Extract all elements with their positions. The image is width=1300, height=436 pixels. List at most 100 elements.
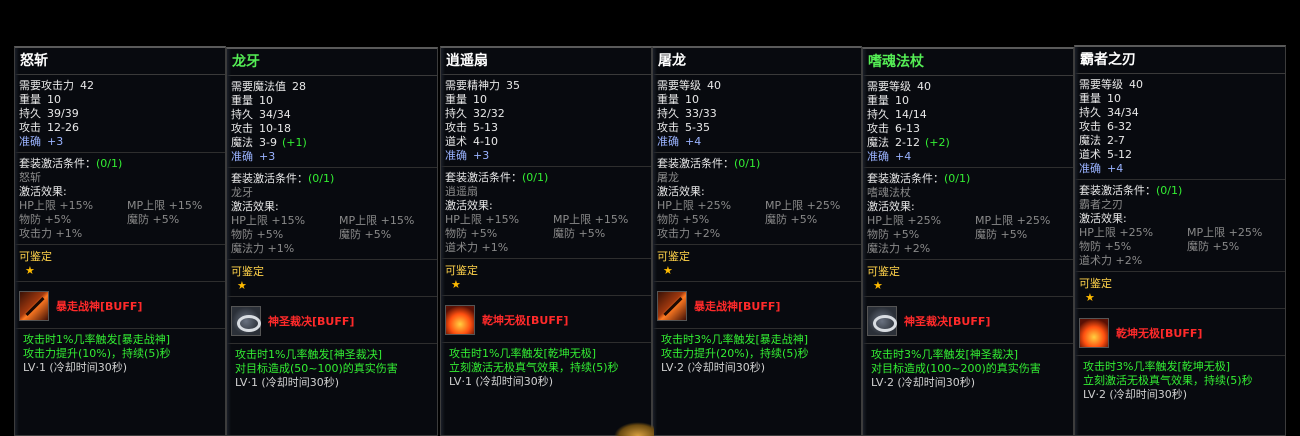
stat-value: 33/33: [685, 107, 717, 120]
stat-label: 需要魔法值: [231, 80, 286, 93]
skill-desc-line: 对目标造成(50~100)的真实伤害: [235, 362, 398, 375]
stat-label: 需要等级: [867, 80, 911, 93]
skill-desc-line: 攻击力提升(10%)，持续(5)秒: [23, 347, 171, 360]
skill-cooldown: LV·2 (冷却时间30秒): [661, 361, 766, 374]
skill-cooldown: LV·1 (冷却时间30秒): [23, 361, 128, 374]
stat-value: 40: [1129, 78, 1143, 91]
skill-header: 神圣裁决[BUFF]: [227, 297, 437, 344]
stats-section: 需要魔法值 28 重量 10 持久 34/34 攻击 10-18 魔法 3-9 (+1) 准确 +3: [227, 76, 437, 168]
stats-section: 需要等级 40 重量 10 持久 14/14 攻击 6-13 魔法 2-12 (+2) 准确 +4: [863, 76, 1073, 168]
stat-value: 35: [506, 79, 520, 92]
sword-icon: [19, 291, 49, 321]
skill-desc-line: 攻击力提升(20%)，持续(5)秒: [661, 347, 809, 360]
skill-desc-line: 攻击时3%几率触发[神圣裁决]: [871, 348, 1019, 361]
set-count: (0/1): [1156, 184, 1183, 197]
set-count: (0/1): [522, 171, 549, 184]
stat-line: 攻击 5-35: [657, 121, 861, 135]
set-effect-label: 激活效果:: [445, 199, 493, 212]
stat-line: 重量 10: [657, 93, 861, 107]
set-effect-row: 物防 +5% 魔防 +5%: [231, 228, 437, 242]
stat-label: 需要精神力: [445, 79, 500, 92]
stat-line: 持久 32/32: [445, 107, 651, 121]
stat-value: 10: [895, 94, 909, 107]
stat-label: 需要等级: [657, 79, 701, 92]
stat-value: +3: [473, 149, 490, 162]
set-effect-left: HP上限 +15%: [445, 213, 520, 226]
skill-desc-line: 对目标造成(100~200)的真实伤害: [871, 362, 1041, 375]
set-effect-right: MP上限 +25%: [975, 214, 1051, 227]
set-effect-right: 魔防 +5%: [127, 213, 180, 226]
panel-edge-decoration: [227, 49, 231, 435]
skill-desc-line: 攻击时1%几率触发[暴走战神]: [23, 333, 171, 346]
panel-edge-decoration: [653, 48, 657, 435]
stat-line: 准确 +3: [19, 135, 225, 149]
set-condition-line: 套装激活条件：(0/1): [445, 171, 651, 185]
skill-description: 攻击时3%几率触发[暴走战神] 攻击力提升(20%)，持续(5)秒 LV·2 (冷却…: [653, 329, 861, 379]
stat-value: 2-7: [1107, 134, 1125, 147]
set-effect-row: 物防 +5% 魔防 +5%: [657, 213, 861, 227]
star-icon: ★: [1085, 291, 1095, 304]
stat-line: 重量 10: [19, 93, 225, 107]
stat-label: 准确: [445, 149, 467, 162]
appraisable-label: 可鉴定: [19, 250, 52, 263]
stat-label: 持久: [657, 107, 679, 120]
set-member: 逍遥扇: [445, 185, 478, 198]
stat-line: 持久 34/34: [1079, 106, 1285, 120]
set-effect-row: HP上限 +15% MP上限 +15%: [231, 214, 437, 228]
item-tooltip-panel: 逍遥扇 需要精神力 35 重量 10 持久 32/32 攻击 5-13 道术 4-10 准确 +3 套装激…: [440, 46, 652, 436]
stat-line: 攻击 10-18: [231, 122, 437, 136]
item-name: 嗜魂法杖: [863, 49, 1073, 76]
item-tooltip-panel: 屠龙 需要等级 40 重量 10 持久 33/33 攻击 5-35 准确 +4 套装激活条件：(0/1…: [652, 46, 862, 436]
stat-line: 攻击 6-13: [867, 122, 1073, 136]
stat-value: 40: [917, 80, 931, 93]
set-effect-row: 魔法力 +2%: [867, 242, 1073, 256]
skill-name: 乾坤无极[BUFF]: [482, 314, 569, 327]
skill-desc-line: 攻击时3%几率触发[暴走战神]: [661, 333, 809, 346]
stat-label: 重量: [867, 94, 889, 107]
set-section: 套装激活条件：(0/1) 逍遥扇 激活效果: HP上限 +15% MP上限 +15% 物防…: [441, 167, 651, 259]
stat-label: 持久: [19, 107, 41, 120]
set-section: 套装激活条件：(0/1) 霸者之刃 激活效果: HP上限 +25% MP上限 +25% 物…: [1075, 180, 1285, 272]
appraisable-label: 可鉴定: [867, 265, 900, 278]
stat-value: 10: [1107, 92, 1121, 105]
stat-line: 持久 14/14: [867, 108, 1073, 122]
set-section: 套装激活条件：(0/1) 屠龙 激活效果: HP上限 +25% MP上限 +25% 物防 …: [653, 153, 861, 245]
set-effect-row: 攻击力 +2%: [657, 227, 861, 241]
stat-label: 持久: [231, 108, 253, 121]
stat-label: 重量: [657, 93, 679, 106]
item-tooltip-panel: 怒斩 需要攻击力 42 重量 10 持久 39/39 攻击 12-26 准确 +3 套装激活条件：(0…: [14, 46, 226, 436]
set-effect-left: HP上限 +25%: [1079, 226, 1154, 239]
skill-header: 神圣裁决[BUFF]: [863, 297, 1073, 344]
set-effect-right: MP上限 +25%: [1187, 226, 1263, 239]
set-effect-row: 攻击力 +1%: [19, 227, 225, 241]
skill-cooldown: LV·1 (冷却时间30秒): [449, 375, 554, 388]
skill-cooldown: LV·2 (冷却时间30秒): [871, 376, 976, 389]
stat-value: +3: [47, 135, 64, 148]
stat-value: 10: [685, 93, 699, 106]
stat-label: 需要攻击力: [19, 79, 74, 92]
stat-line: 持久 34/34: [231, 108, 437, 122]
ring-icon: [231, 306, 261, 336]
stat-line: 需要等级 40: [657, 79, 861, 93]
stat-line: 攻击 6-32: [1079, 120, 1285, 134]
set-count: (0/1): [734, 157, 761, 170]
set-member: 霸者之刃: [1079, 198, 1123, 211]
stat-label: 道术: [1079, 148, 1101, 161]
stat-label: 重量: [19, 93, 41, 106]
appraisable-label: 可鉴定: [231, 265, 264, 278]
stat-value: 4-10: [473, 135, 498, 148]
skill-desc-line: 攻击时1%几率触发[神圣裁决]: [235, 348, 383, 361]
item-tooltip-panel: 嗜魂法杖 需要等级 40 重量 10 持久 14/14 攻击 6-13 魔法 2-12 (+2) 准确 +…: [862, 47, 1074, 436]
set-effect-row: 物防 +5% 魔防 +5%: [867, 228, 1073, 242]
stat-label: 准确: [657, 135, 679, 148]
set-member: 龙牙: [231, 186, 253, 199]
set-effect-label: 激活效果:: [231, 200, 279, 213]
set-effect-left: 道术力 +2%: [1079, 254, 1143, 267]
stat-line: 重量 10: [445, 93, 651, 107]
set-effect-label: 激活效果:: [19, 185, 67, 198]
star-icon: ★: [663, 264, 673, 277]
set-effect-right: 魔防 +5%: [765, 213, 818, 226]
stats-section: 需要等级 40 重量 10 持久 33/33 攻击 5-35 准确 +4: [653, 75, 861, 153]
skill-name: 神圣裁决[BUFF]: [268, 315, 355, 328]
set-section: 套装激活条件：(0/1) 怒斩 激活效果: HP上限 +15% MP上限 +15% 物防 …: [15, 153, 225, 245]
